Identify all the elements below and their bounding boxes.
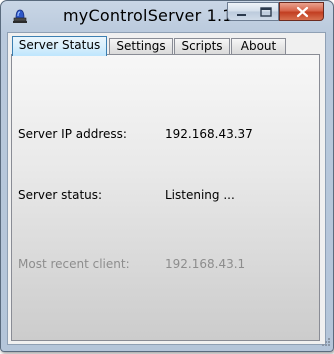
window-title: myControlServer 1.1 (63, 6, 233, 25)
minimize-button[interactable] (227, 2, 254, 21)
tab-settings[interactable]: Settings (109, 38, 173, 55)
server-ip-label: Server IP address: (18, 127, 127, 141)
recent-client-value: 192.168.43.1 (165, 257, 246, 271)
beacon-icon[interactable] (12, 7, 28, 25)
client-area: Server Status Settings Scripts About Ser… (7, 32, 326, 345)
server-status-label: Server status: (18, 188, 103, 202)
tab-server-status[interactable]: Server Status (12, 36, 107, 56)
server-status-panel: Server IP address: 192.168.43.37 Server … (11, 54, 320, 341)
maximize-button[interactable] (253, 2, 279, 21)
minimize-icon (237, 14, 246, 16)
recent-client-label: Most recent client: (18, 257, 130, 271)
tab-scripts[interactable]: Scripts (174, 38, 230, 55)
resize-grip-icon[interactable] (319, 337, 331, 349)
tab-strip: Server Status Settings Scripts About (12, 36, 322, 56)
title-bar[interactable]: myControlServer 1.1 (1, 1, 333, 31)
close-button[interactable] (279, 2, 324, 21)
server-ip-value: 192.168.43.37 (165, 127, 253, 141)
maximize-icon (260, 7, 272, 17)
server-status-value: Listening ... (165, 188, 235, 202)
tab-about[interactable]: About (231, 38, 286, 55)
close-icon (296, 6, 309, 18)
app-window: myControlServer 1.1 Server Status Settin… (0, 0, 334, 352)
